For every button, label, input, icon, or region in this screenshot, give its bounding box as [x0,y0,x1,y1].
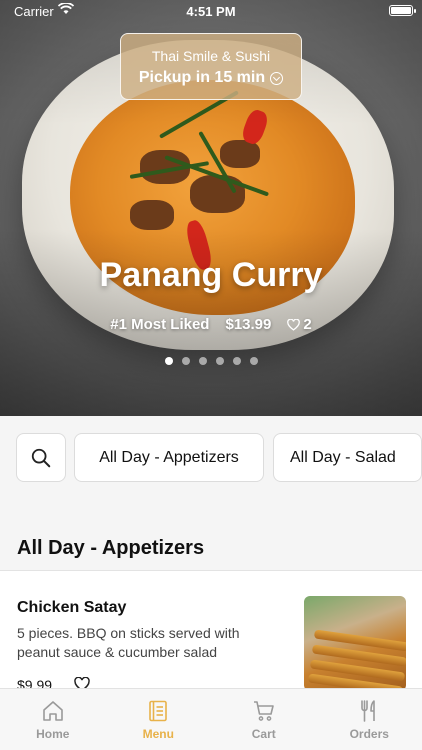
likes-count: 2 [303,316,312,333]
tab-label: Orders [349,727,389,741]
carousel-dot[interactable] [249,357,258,365]
cart-icon [253,701,274,721]
hero-banner[interactable]: Carrier 4:51 PM Thai Smile & Sushi Picku… [0,0,422,416]
tab-home[interactable]: Home [0,689,106,750]
clock: 4:51 PM [186,4,236,19]
pickup-time: Pickup in 15 min [121,69,301,87]
featured-price: $13.99 [225,316,272,333]
carousel-dot[interactable] [164,357,173,365]
battery-icon [389,5,416,16]
pickup-time-label: Pickup in 15 min [138,69,266,86]
chevron-down-icon [270,71,284,85]
tab-cart[interactable]: Cart [211,689,317,750]
restaurant-name: Thai Smile & Sushi [151,48,271,64]
search-button[interactable] [16,433,66,482]
menu-item-description: 5 pieces. BBQ on sticks served with pean… [17,625,240,660]
pickup-selector[interactable]: Thai Smile & Sushi Pickup in 15 min [120,33,302,100]
status-bar: Carrier 4:51 PM [0,0,422,22]
menu-icon [149,700,168,722]
menu-item[interactable]: Chicken Satay 5 pieces. BBQ on sticks se… [0,571,422,693]
tab-label: Home [36,727,70,741]
fork-knife-icon [361,700,376,722]
section-title: All Day - Appetizers [17,537,205,559]
menu-item-name: Chicken Satay [17,599,127,616]
tab-label: Menu [142,727,174,741]
tab-bar: Home Menu Cart Orders [0,688,422,750]
menu-item-photo [304,596,406,691]
carousel-dot[interactable] [215,357,224,365]
category-bar: All Day - Appetizers All Day - Salad [0,416,422,502]
home-icon [42,701,63,721]
featured-item-meta: #1 Most Liked $13.99 2 [0,316,422,333]
tab-label: Cart [251,727,276,741]
carousel-dot[interactable] [232,357,241,365]
heart-icon [287,318,301,331]
carousel-dot[interactable] [181,357,190,365]
carousel-indicator[interactable] [0,357,422,365]
category-tab-appetizers[interactable]: All Day - Appetizers [74,433,264,482]
category-tab-salad[interactable]: All Day - Salad [273,433,422,482]
search-icon [31,448,51,467]
carousel-dot[interactable] [198,357,207,365]
featured-item-title: Panang Curry [99,256,323,294]
most-liked-badge: #1 Most Liked [110,316,210,333]
featured-likes[interactable]: 2 [287,316,312,333]
tab-menu[interactable]: Menu [106,689,212,750]
tab-orders[interactable]: Orders [317,689,422,750]
